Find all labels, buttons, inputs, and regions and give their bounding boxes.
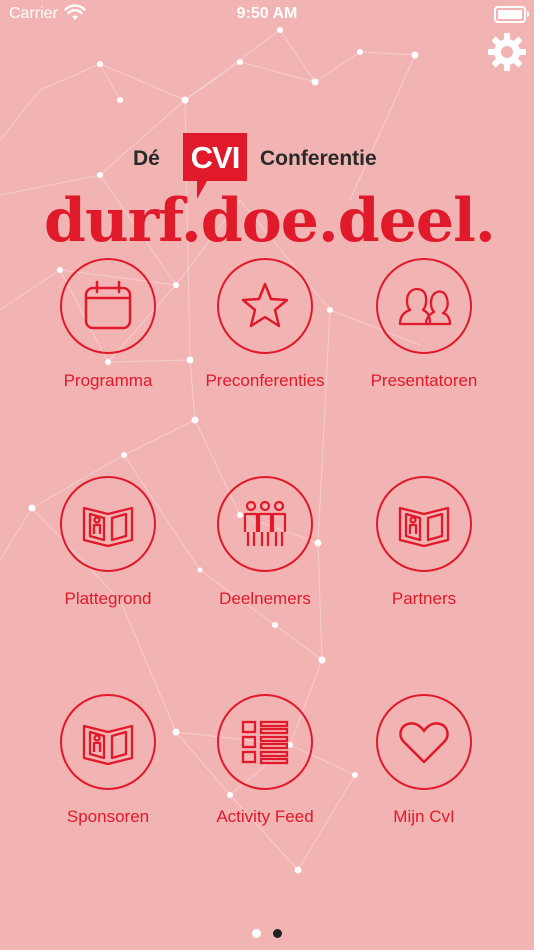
logo-badge-text: CVI	[190, 140, 241, 175]
floorplan-icon	[82, 724, 134, 766]
tile-circle[interactable]	[60, 694, 156, 790]
tile-circle[interactable]	[217, 258, 313, 354]
battery-icon	[494, 6, 529, 23]
tile-label: Preconferenties	[205, 371, 325, 390]
logo-prefix: Dé	[133, 147, 160, 170]
tile-sponsoren[interactable]: Sponsoren	[28, 694, 188, 827]
tile-label: Partners	[391, 589, 457, 608]
tile-label: Mijn CvI	[393, 807, 455, 826]
tile-circle[interactable]	[376, 258, 472, 354]
slogan: durf.doe.deel.	[44, 186, 504, 256]
tile-circle[interactable]	[376, 694, 472, 790]
floorplan-icon	[82, 506, 134, 548]
tile-presentatoren[interactable]: Presentatoren	[344, 258, 504, 391]
heart-icon	[399, 722, 449, 764]
logo-suffix: Conferentie	[260, 147, 377, 170]
group-icon	[243, 500, 287, 546]
slogan-text: durf.doe.deel.	[44, 186, 496, 256]
feed-icon	[241, 720, 289, 765]
tile-preconferenties[interactable]: Preconferenties	[185, 258, 345, 391]
tile-label: Programma	[63, 371, 153, 390]
floorplan-icon	[398, 506, 450, 548]
status-bar: Carrier 9:50 AM	[0, 0, 534, 27]
status-time: 9:50 AM	[236, 5, 298, 22]
tile-label: Plattegrond	[64, 589, 152, 608]
page-dot-2[interactable]	[273, 929, 283, 938]
tile-label: Sponsoren	[66, 807, 150, 826]
people-icon	[398, 287, 452, 326]
calendar-icon	[84, 280, 132, 330]
page-indicator[interactable]	[0, 925, 534, 943]
tile-circle[interactable]	[217, 694, 313, 790]
tile-mijn-cvi[interactable]: Mijn CvI	[344, 694, 504, 827]
star-icon	[241, 282, 289, 328]
tile-label: Activity Feed	[216, 807, 314, 826]
tile-plattegrond[interactable]: Plattegrond	[28, 476, 188, 609]
tile-circle[interactable]	[376, 476, 472, 572]
tile-circle[interactable]	[217, 476, 313, 572]
tile-label: Presentatoren	[370, 371, 478, 390]
tile-circle[interactable]	[60, 258, 156, 354]
tile-label: Deelnemers	[219, 589, 311, 608]
tile-circle[interactable]	[60, 476, 156, 572]
tile-partners[interactable]: Partners	[344, 476, 504, 609]
tile-deelnemers[interactable]: Deelnemers	[185, 476, 345, 609]
page-dot-1[interactable]	[251, 929, 261, 938]
tile-programma[interactable]: Programma	[28, 258, 188, 391]
settings-gear-icon[interactable]	[487, 32, 527, 72]
tile-activity-feed[interactable]: Activity Feed	[185, 694, 345, 827]
